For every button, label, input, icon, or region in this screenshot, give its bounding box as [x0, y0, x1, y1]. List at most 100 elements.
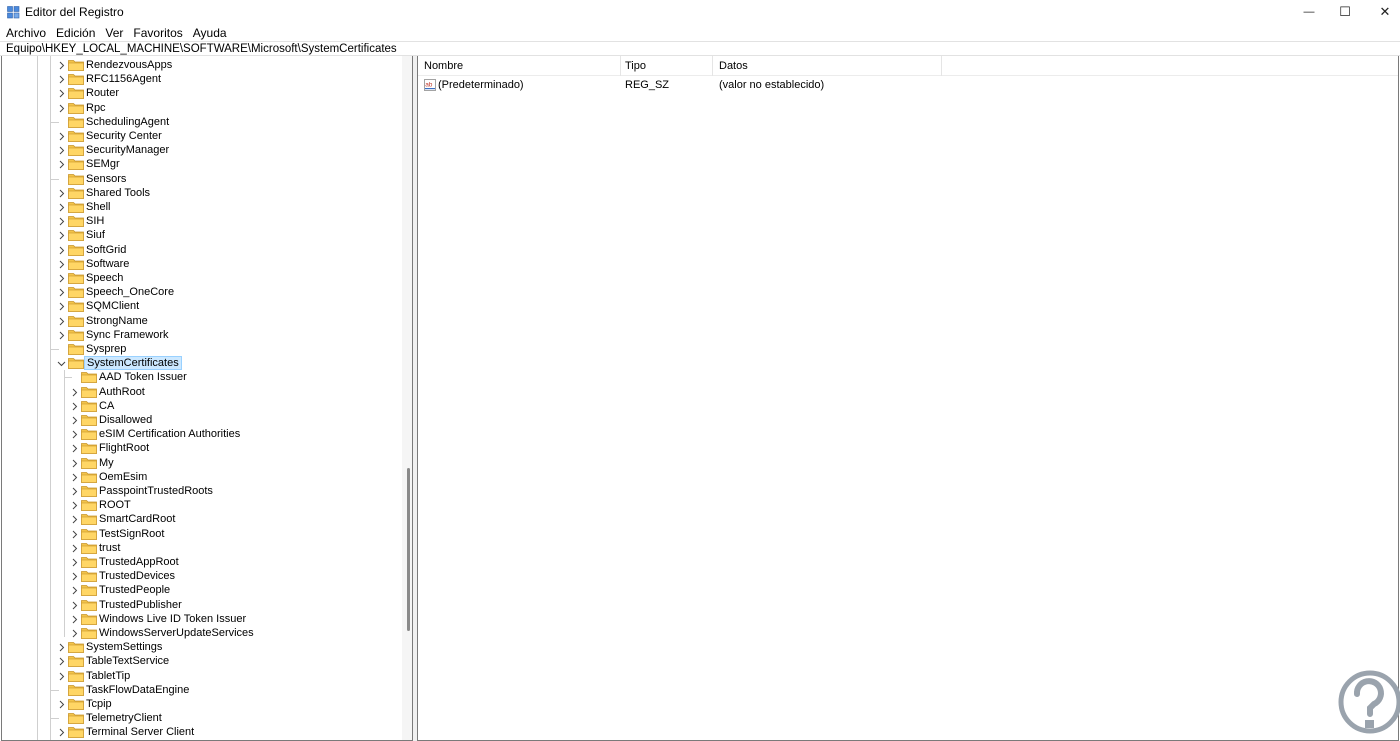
chevron-right-icon[interactable] [57, 217, 66, 226]
tree-item[interactable]: My [2, 456, 397, 470]
chevron-right-icon[interactable] [57, 302, 66, 311]
tree-item[interactable]: Software [2, 257, 397, 271]
tree-item[interactable]: Sync Framework [2, 328, 397, 342]
chevron-right-icon[interactable] [57, 104, 66, 113]
tree-item[interactable]: ROOT [2, 498, 397, 512]
key-tree[interactable]: RendezvousApps RFC1156Agent Router Rpc Sched… [1, 56, 413, 741]
chevron-right-icon[interactable] [57, 75, 66, 84]
chevron-right-icon[interactable] [70, 388, 79, 397]
chevron-right-icon[interactable] [70, 544, 79, 553]
chevron-right-icon[interactable] [70, 629, 79, 638]
tree-item[interactable]: Windows Live ID Token Issuer [2, 612, 397, 626]
tree-item[interactable]: Tcpip [2, 697, 397, 711]
chevron-right-icon[interactable] [57, 203, 66, 212]
tree-scrollbar-thumb[interactable] [407, 468, 410, 631]
tree-item[interactable]: TrustedDevices [2, 569, 397, 583]
tree-item[interactable]: FlightRoot [2, 441, 397, 455]
chevron-right-icon[interactable] [57, 89, 66, 98]
menu-ayuda[interactable]: Ayuda [193, 26, 227, 40]
tree-item[interactable]: SEMgr [2, 157, 397, 171]
tree-item[interactable]: StrongName [2, 314, 397, 328]
tree-item[interactable]: Router [2, 86, 397, 100]
chevron-right-icon[interactable] [70, 515, 79, 524]
values-list[interactable]: Nombre Tipo Datos ab (Predeterminado) RE… [417, 56, 1399, 741]
tree-item[interactable]: Sysprep [2, 342, 397, 356]
tree-item[interactable]: WindowsServerUpdateServices [2, 626, 397, 640]
chevron-right-icon[interactable] [70, 572, 79, 581]
tree-item[interactable]: SmartCardRoot [2, 512, 397, 526]
tree-item[interactable]: eSIM Certification Authorities [2, 427, 397, 441]
chevron-right-icon[interactable] [57, 672, 66, 681]
column-header-tipo[interactable]: Tipo [619, 56, 713, 76]
value-row[interactable]: ab (Predeterminado) REG_SZ (valor no est… [418, 77, 1398, 93]
column-header-nombre[interactable]: Nombre [418, 56, 621, 76]
address-bar[interactable]: Equipo\HKEY_LOCAL_MACHINE\SOFTWARE\Micro… [0, 41, 1400, 56]
chevron-right-icon[interactable] [57, 132, 66, 141]
tree-item[interactable]: Sensors [2, 172, 397, 186]
chevron-right-icon[interactable] [57, 317, 66, 326]
chevron-right-icon[interactable] [57, 246, 66, 255]
menu-ver[interactable]: Ver [105, 26, 123, 40]
chevron-right-icon[interactable] [57, 274, 66, 283]
tree-item[interactable]: Disallowed [2, 413, 397, 427]
chevron-right-icon[interactable] [57, 657, 66, 666]
chevron-right-icon[interactable] [70, 430, 79, 439]
chevron-right-icon[interactable] [57, 288, 66, 297]
tree-item[interactable]: RendezvousApps [2, 58, 397, 72]
chevron-down-icon[interactable] [57, 359, 66, 368]
chevron-right-icon[interactable] [70, 473, 79, 482]
tree-item[interactable]: TableTextService [2, 654, 397, 668]
chevron-right-icon[interactable] [70, 586, 79, 595]
chevron-right-icon[interactable] [70, 558, 79, 567]
tree-item[interactable]: PasspointTrustedRoots [2, 484, 397, 498]
chevron-right-icon[interactable] [70, 501, 79, 510]
tree-item[interactable]: SystemCertificates [2, 356, 397, 371]
menu-archivo[interactable]: Archivo [6, 26, 46, 40]
chevron-right-icon[interactable] [57, 160, 66, 169]
tree-item[interactable]: Speech_OneCore [2, 285, 397, 299]
tree-item[interactable]: Shared Tools [2, 186, 397, 200]
chevron-right-icon[interactable] [57, 189, 66, 198]
chevron-right-icon[interactable] [57, 700, 66, 709]
tree-item[interactable]: TestSignRoot [2, 527, 397, 541]
column-header-datos[interactable]: Datos [713, 56, 942, 76]
tree-item[interactable]: trust [2, 541, 397, 555]
tree-scrollbar[interactable] [402, 56, 412, 740]
chevron-right-icon[interactable] [57, 231, 66, 240]
tree-item[interactable]: TrustedPublisher [2, 598, 397, 612]
tree-item[interactable]: SIH [2, 214, 397, 228]
chevron-right-icon[interactable] [57, 260, 66, 269]
tree-item[interactable]: OemEsim [2, 470, 397, 484]
menu-edicion[interactable]: Edición [56, 26, 95, 40]
tree-item[interactable]: Siuf [2, 228, 397, 242]
tree-item[interactable]: CA [2, 399, 397, 413]
tree-item[interactable]: TrustedPeople [2, 583, 397, 597]
tree-item[interactable]: TrustedAppRoot [2, 555, 397, 569]
tree-item[interactable]: TelemetryClient [2, 711, 397, 725]
chevron-right-icon[interactable] [57, 643, 66, 652]
tree-item[interactable]: Security Center [2, 129, 397, 143]
address-path[interactable]: Equipo\HKEY_LOCAL_MACHINE\SOFTWARE\Micro… [6, 43, 397, 55]
tree-item[interactable]: Rpc [2, 101, 397, 115]
tree-item[interactable]: TabletTip [2, 669, 397, 683]
chevron-right-icon[interactable] [57, 728, 66, 737]
close-button[interactable]: ✕ [1362, 0, 1400, 24]
chevron-right-icon[interactable] [70, 530, 79, 539]
chevron-right-icon[interactable] [70, 444, 79, 453]
chevron-right-icon[interactable] [70, 615, 79, 624]
tree-item[interactable]: SecurityManager [2, 143, 397, 157]
tree-item[interactable]: SoftGrid [2, 243, 397, 257]
tree-item[interactable]: SystemSettings [2, 640, 397, 654]
tree-item[interactable]: AAD Token Issuer [2, 370, 397, 384]
tree-item[interactable]: AuthRoot [2, 385, 397, 399]
tree-item[interactable]: RFC1156Agent [2, 72, 397, 86]
chevron-right-icon[interactable] [57, 146, 66, 155]
chevron-right-icon[interactable] [70, 487, 79, 496]
tree-item[interactable]: SchedulingAgent [2, 115, 397, 129]
tree-item[interactable]: Speech [2, 271, 397, 285]
chevron-right-icon[interactable] [70, 416, 79, 425]
chevron-right-icon[interactable] [57, 61, 66, 70]
tree-item[interactable]: Shell [2, 200, 397, 214]
chevron-right-icon[interactable] [70, 459, 79, 468]
tree-item[interactable]: SQMClient [2, 299, 397, 313]
